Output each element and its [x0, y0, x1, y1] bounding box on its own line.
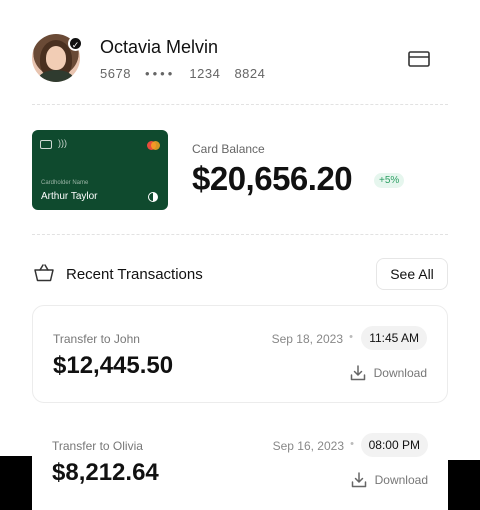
profile-name: Octavia Melvin [100, 37, 219, 57]
divider-top [32, 104, 448, 105]
card-number-part3: 1234 [189, 66, 221, 81]
credit-card-icon[interactable] [408, 50, 430, 68]
basket-icon [34, 264, 54, 282]
card-number-masked: •••• [145, 66, 176, 81]
chip-icon [40, 140, 52, 149]
download-button[interactable]: Download [350, 364, 427, 382]
card-number-part4: 8824 [234, 66, 266, 81]
transaction-card[interactable]: Transfer to John $12,445.50 Sep 18, 2023… [32, 305, 448, 403]
avatar-face [46, 46, 66, 70]
transaction-date: Sep 16, 2023 [272, 439, 344, 453]
verified-badge-icon: ✓ [68, 36, 83, 51]
transaction-time: 08:00 PM [360, 433, 428, 457]
recent-transactions-header: Recent Transactions See All [32, 258, 448, 290]
transaction-label: Transfer to Olivia [52, 439, 143, 453]
download-label: Download [373, 366, 427, 380]
recent-transactions-title: Recent Transactions [66, 266, 203, 283]
card-number: 5678 •••• 1234 8824 [100, 66, 275, 81]
transaction-card[interactable]: Transfer to Olivia $8,212.64 Sep 16, 202… [32, 413, 448, 510]
divider-middle [32, 234, 448, 235]
contactless-icon: ))) [58, 138, 67, 148]
download-button[interactable]: Download [351, 471, 428, 489]
cardholder-label: Cardholder Name [41, 180, 89, 186]
transaction-amount: $12,445.50 [53, 352, 174, 379]
profile-header: ✓ Octavia Melvin 5678 •••• 1234 8824 [32, 34, 448, 84]
balance-change-badge: +5% [374, 173, 405, 188]
bank-card[interactable]: ))) Cardholder Name Arthur Taylor [32, 130, 168, 210]
transaction-date: Sep 18, 2023 [271, 332, 343, 346]
half-circle-icon [148, 192, 158, 202]
black-bar-left [0, 456, 32, 510]
transaction-amount: $8,212.64 [52, 459, 159, 486]
balance-label: Card Balance [192, 142, 265, 156]
transaction-time: 11:45 AM [361, 326, 427, 350]
see-all-button[interactable]: See All [376, 258, 448, 290]
separator-dot: • [350, 438, 354, 450]
download-label: Download [374, 473, 428, 487]
download-icon [350, 365, 365, 381]
separator-dot: • [349, 331, 353, 343]
download-icon [351, 472, 366, 488]
transaction-label: Transfer to John [53, 332, 140, 346]
black-bar-right [448, 460, 480, 510]
cardholder-name: Arthur Taylor [41, 191, 98, 202]
mastercard-logo-right [151, 141, 160, 150]
balance-value: $20,656.20 [192, 160, 353, 197]
card-number-part1: 5678 [100, 66, 131, 81]
